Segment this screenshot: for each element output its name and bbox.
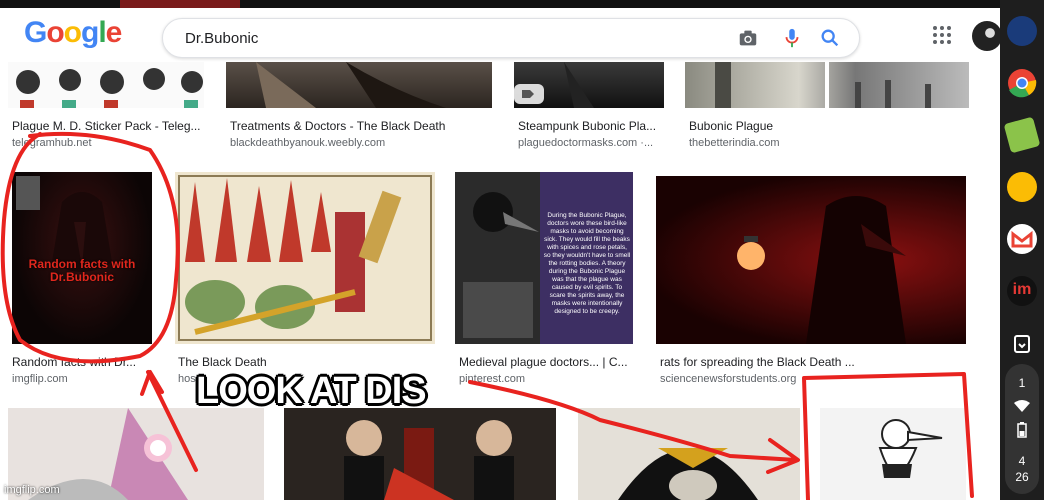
plague-doctor-red-thumbnail[interactable]: [656, 176, 966, 344]
microphone-icon[interactable]: [781, 27, 803, 49]
chrome-icon[interactable]: [1007, 68, 1037, 98]
account-avatar[interactable]: [972, 21, 1002, 51]
keep-icon[interactable]: [1007, 172, 1037, 202]
dr-bubonic-meme-thumbnail[interactable]: Random facts with Dr.Bubonic: [12, 172, 152, 344]
clock-minute: 26: [1015, 470, 1029, 484]
plague-doctor-infographic-thumbnail[interactable]: During the Bubonic Plague, doctors wore …: [455, 172, 633, 344]
result-source: telegramhub.net: [12, 137, 92, 149]
bubonic-plague-thumbnail[interactable]: [685, 62, 969, 108]
black-death-painting-thumbnail[interactable]: [175, 172, 435, 344]
steampunk-mask-thumbnail[interactable]: [514, 62, 664, 108]
status-area[interactable]: 1 4 26: [1005, 364, 1039, 494]
search-input[interactable]: [183, 27, 707, 49]
plague-doctor-thumbnail[interactable]: [226, 62, 492, 108]
launcher-icon[interactable]: [1007, 16, 1037, 46]
hooded-skull-thumbnail[interactable]: [578, 408, 800, 500]
result-title[interactable]: Treatments & Doctors - The Black Death: [230, 119, 492, 133]
result-source: pinterest.com: [459, 373, 526, 385]
infographic-text: During the Bubonic Plague, doctors wore …: [543, 212, 631, 315]
search-header: Google: [0, 8, 1002, 62]
result-title[interactable]: Bubonic Plague: [689, 119, 969, 133]
notification-count: 1: [1018, 376, 1026, 390]
search-icon[interactable]: [819, 27, 841, 49]
meme-caption: LOOK AT DIS: [196, 370, 427, 412]
google-logo[interactable]: Google: [24, 16, 122, 50]
imgflip-watermark: imgflip.com: [4, 484, 60, 496]
sticker-thumbnail[interactable]: [8, 62, 204, 108]
notes-app-icon[interactable]: [1003, 116, 1041, 154]
result-source: thebetterindia.com: [689, 137, 780, 149]
camera-icon[interactable]: [737, 27, 759, 49]
gmail-icon[interactable]: [1007, 224, 1037, 254]
battery-icon: [1017, 422, 1027, 438]
result-title[interactable]: Random facts with Dr...: [12, 355, 152, 369]
result-title[interactable]: Steampunk Bubonic Pla...: [518, 119, 664, 133]
clipboard-icon[interactable]: [1007, 328, 1037, 358]
result-source: imgflip.com: [12, 373, 68, 385]
cartoon-duck-thumbnail[interactable]: [820, 408, 966, 500]
result-source: sciencenewsforstudents.org: [660, 373, 797, 385]
result-title[interactable]: rats for spreading the Black Death ...: [660, 355, 966, 369]
result-title[interactable]: The Black Death: [178, 355, 434, 369]
top-strip: [0, 0, 1000, 8]
doctors-painting-thumbnail[interactable]: [284, 408, 556, 500]
result-source: plaguedoctormasks.com ·...: [518, 137, 654, 149]
apps-grid-icon[interactable]: [932, 25, 952, 45]
wifi-icon: [1014, 400, 1030, 412]
result-source: blackdeathbyanouk.weebly.com: [230, 137, 386, 149]
result-title[interactable]: Medieval plague doctors... | C...: [459, 355, 633, 369]
clock-hour: 4: [1018, 454, 1026, 468]
search-box[interactable]: [162, 18, 860, 58]
imgflip-app-icon[interactable]: im: [1007, 276, 1037, 306]
os-shelf: im 1 4 26: [1000, 0, 1044, 500]
result-title[interactable]: Plague M. D. Sticker Pack - Teleg...: [12, 119, 208, 133]
thumbnail-caption: Random facts with Dr.Bubonic: [28, 257, 136, 284]
